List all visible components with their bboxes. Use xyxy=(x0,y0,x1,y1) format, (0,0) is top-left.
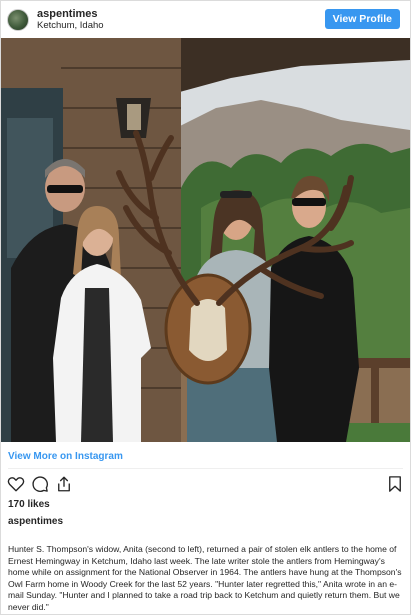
share-icon[interactable] xyxy=(55,475,73,493)
action-bar xyxy=(7,475,404,493)
profile-avatar[interactable] xyxy=(7,8,29,31)
location-link[interactable]: Ketchum, Idaho xyxy=(37,20,104,32)
caption-text: Hunter S. Thompson's widow, Anita (secon… xyxy=(8,544,402,612)
post-photo[interactable] xyxy=(1,38,410,442)
post-header: aspentimes Ketchum, Idaho View Profile xyxy=(1,1,410,38)
view-profile-button[interactable]: View Profile xyxy=(324,9,400,29)
likes-count[interactable]: 170 likes xyxy=(8,499,50,510)
caption-username[interactable]: aspentimes xyxy=(8,516,63,527)
heart-icon[interactable] xyxy=(7,475,25,493)
user-block: aspentimes Ketchum, Idaho xyxy=(37,8,104,32)
divider xyxy=(8,468,403,469)
comment-icon[interactable] xyxy=(31,475,49,493)
bookmark-icon[interactable] xyxy=(386,475,404,493)
username-link[interactable]: aspentimes xyxy=(37,8,104,20)
photo-illustration xyxy=(1,38,410,442)
instagram-embed-card: aspentimes Ketchum, Idaho View Profile V… xyxy=(0,0,411,615)
view-more-link[interactable]: View More on Instagram xyxy=(8,451,123,462)
